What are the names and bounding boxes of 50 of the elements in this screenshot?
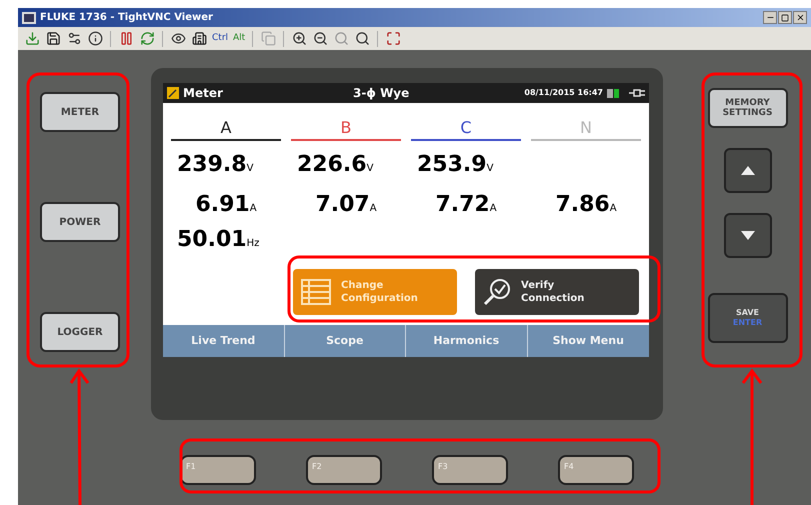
battery-icon xyxy=(607,88,621,98)
list-icon xyxy=(301,279,331,305)
function-key[interactable]: F3 xyxy=(432,455,508,485)
plug-icon xyxy=(629,88,645,98)
minimize-button[interactable] xyxy=(763,11,777,24)
save-label: SAVE xyxy=(736,308,760,318)
current-reading: 6.91A xyxy=(195,191,257,219)
date-time: 08/11/2015 16:47 xyxy=(524,87,603,99)
up-key[interactable] xyxy=(724,148,772,193)
memory-settings-key[interactable]: MEMORY SETTINGS xyxy=(708,88,788,128)
screen-title: Meter xyxy=(183,85,224,102)
voltage-reading: 239.8V xyxy=(177,151,254,179)
voltage-reading: 226.6V xyxy=(297,151,374,179)
frequency-reading: 50.01 Hz xyxy=(176,226,260,254)
enter-label: ENTER xyxy=(732,318,762,328)
up-triangle-icon xyxy=(740,166,754,175)
function-key[interactable]: F4 xyxy=(558,455,634,485)
mode-key[interactable]: METER xyxy=(40,92,120,132)
down-key[interactable] xyxy=(724,213,772,258)
maximize-button[interactable] xyxy=(778,11,792,24)
change-configuration-button[interactable]: Change Configuration xyxy=(293,269,457,315)
magnifier-check-icon xyxy=(483,278,511,306)
softkey-tab[interactable]: Show Menu xyxy=(528,325,649,357)
wiring-mode: 3-ϕ Wye xyxy=(353,85,410,102)
close-icon xyxy=(796,13,804,22)
mode-key[interactable]: POWER xyxy=(40,202,120,242)
softkey-tab[interactable]: Scope xyxy=(284,325,406,357)
function-key[interactable]: F1 xyxy=(180,455,256,485)
current-reading: 7.86A xyxy=(555,191,617,219)
alt-key-button[interactable]: Alt xyxy=(231,32,248,46)
app-icon xyxy=(22,12,36,24)
phase-label: C xyxy=(459,117,473,139)
save-key[interactable]: SAVE ENTER xyxy=(708,293,788,343)
softkey-tab[interactable]: Live Trend xyxy=(163,325,284,357)
mode-key[interactable]: LOGGER xyxy=(40,312,120,352)
current-reading: 7.72A xyxy=(435,191,497,219)
verify-connection-button[interactable]: Verify Connection xyxy=(475,269,639,315)
voltage-reading: 253.9V xyxy=(417,151,494,179)
close-button[interactable] xyxy=(793,11,807,24)
maximize-icon xyxy=(781,14,789,22)
softkey-tab[interactable]: Harmonics xyxy=(406,325,528,357)
ctrl-key-button[interactable]: Ctrl xyxy=(210,32,230,46)
down-triangle-icon xyxy=(740,231,754,240)
current-reading: 7.07A xyxy=(315,191,377,219)
meter-icon xyxy=(167,87,179,99)
function-key[interactable]: F2 xyxy=(306,455,382,485)
phase-label: B xyxy=(340,117,352,139)
window-title: FLUKE 1736 - TightVNC Viewer xyxy=(40,11,213,25)
phase-label: A xyxy=(220,117,232,139)
phase-label: N xyxy=(579,117,593,139)
